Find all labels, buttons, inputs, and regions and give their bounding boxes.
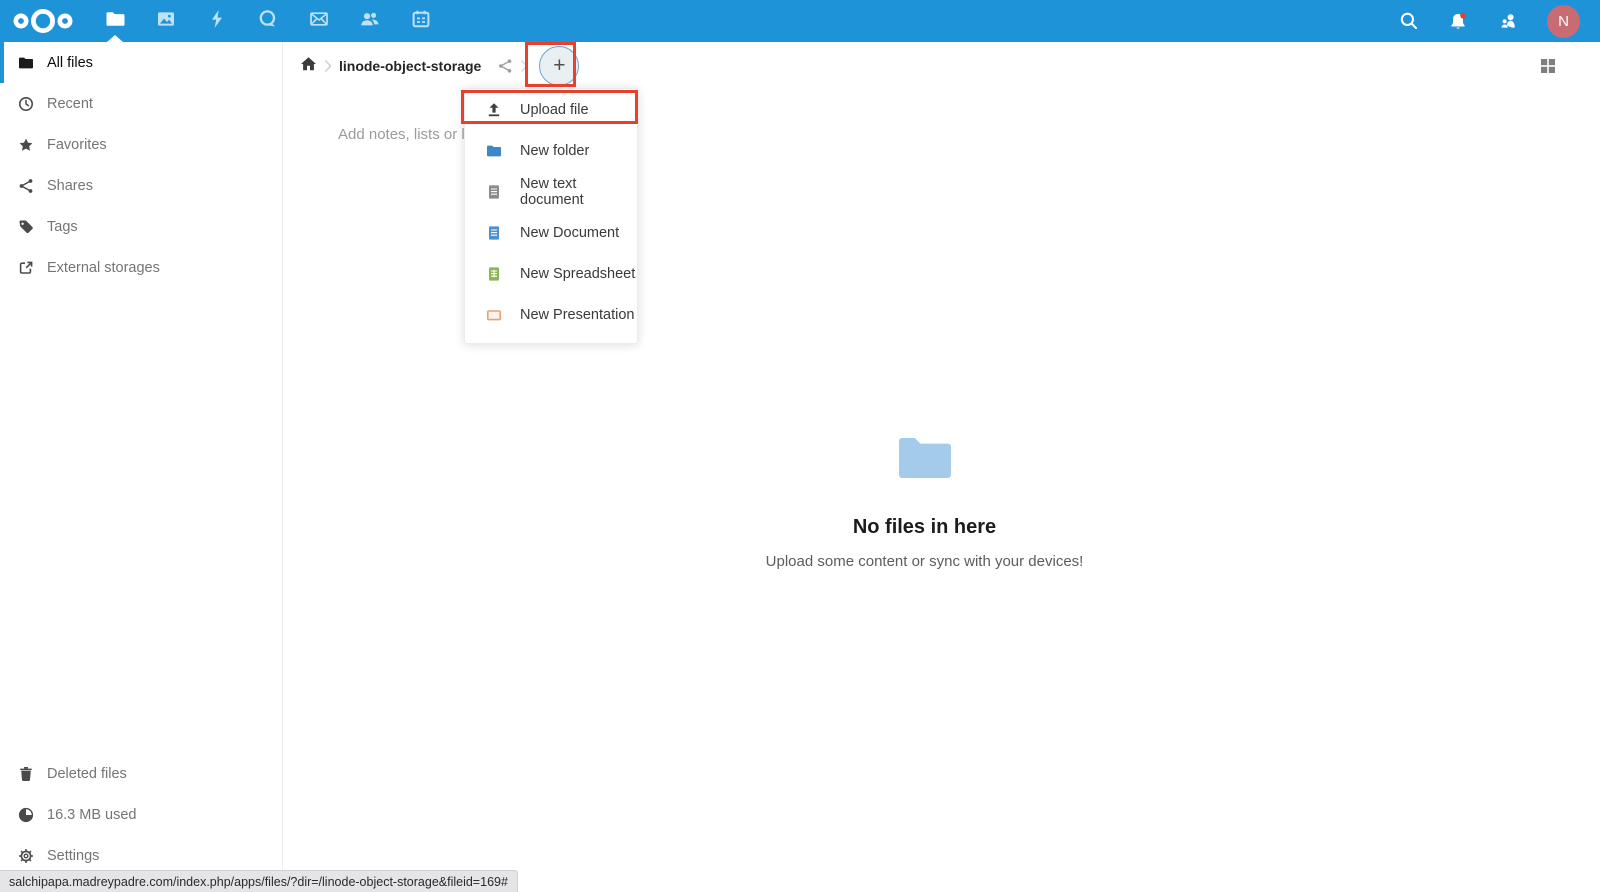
chevron-right-icon [324,59,332,73]
sidebar-footer: Deleted files 16.3 MB used Settings [0,753,282,876]
menu-item-new-document[interactable]: New Document [465,212,637,253]
activity-lightning-icon [208,9,226,34]
star-icon [18,137,34,153]
gear-icon [18,848,34,864]
spreadsheet-icon [486,266,502,282]
sidebar-item-favorites[interactable]: Favorites [0,124,282,165]
mail-envelope-icon [309,9,329,34]
sidebar-item-external-storages[interactable]: External storages [0,247,282,288]
home-icon[interactable] [300,56,317,77]
app-contacts-button[interactable] [344,0,395,42]
grid-view-toggle-icon[interactable] [1540,58,1556,74]
menu-item-new-text-document[interactable]: New text document [465,171,637,212]
document-icon [486,225,502,241]
app-calendar-button[interactable] [395,0,446,42]
sidebar-item-label: External storages [47,260,160,276]
avatar[interactable]: N [1547,5,1580,38]
menu-item-label: New text document [520,176,637,208]
clock-icon [18,96,34,112]
sidebar-item-label: All files [47,55,93,71]
sidebar-item-all-files[interactable]: All files [0,42,282,83]
menu-item-label: New Presentation [520,307,634,323]
sidebar: All files Recent Favorites Shares Tags E… [0,42,283,892]
presentation-icon [486,307,502,323]
empty-state-subtitle: Upload some content or sync with your de… [284,553,1565,570]
top-bar: N [0,0,1600,42]
menu-item-new-folder[interactable]: New folder [465,130,637,171]
breadcrumb-folder-name[interactable]: linode-object-storage [339,58,481,74]
folder-icon [18,55,34,71]
trash-icon [18,766,34,782]
app-talk-button[interactable] [242,0,293,42]
sidebar-item-tags[interactable]: Tags [0,206,282,247]
talk-icon [258,9,278,34]
files-content: linode-object-storage + Add notes, lists… [284,42,1600,892]
notifications-bell-icon[interactable] [1448,11,1469,32]
contacts-people-icon [359,9,381,34]
chevron-right-icon [520,59,528,73]
files-folder-icon [105,9,125,34]
menu-item-new-presentation[interactable]: New Presentation [465,294,637,335]
app-activity-button[interactable] [191,0,242,42]
text-document-icon [486,184,502,200]
nextcloud-logo[interactable] [13,7,73,35]
folder-blue-icon [486,143,502,159]
sidebar-item-label: Recent [47,96,93,112]
photos-icon [156,9,176,34]
calendar-icon [411,9,431,34]
external-link-icon [18,260,34,276]
new-button[interactable]: + [539,46,579,86]
breadcrumb-share-icon[interactable] [497,58,513,74]
empty-folder-icon [899,435,951,478]
empty-state-title: No files in here [284,516,1565,539]
sidebar-item-shares[interactable]: Shares [0,165,282,206]
sidebar-item-label: 16.3 MB used [47,807,136,823]
menu-item-label: New Document [520,225,619,241]
sidebar-item-deleted-files[interactable]: Deleted files [0,753,282,794]
contacts-menu-icon[interactable] [1498,11,1518,31]
topbar-right: N [1399,5,1600,38]
workspace-notes-placeholder[interactable]: Add notes, lists or lin [338,126,476,143]
menu-item-label: New Spreadsheet [520,266,635,282]
app-photos-button[interactable] [140,0,191,42]
tag-icon [18,219,34,235]
sidebar-item-label: Settings [47,848,99,864]
new-menu: Upload file New folder New text document… [464,88,638,344]
sidebar-item-label: Deleted files [47,766,127,782]
menu-item-label: New folder [520,143,589,159]
menu-item-new-spreadsheet[interactable]: New Spreadsheet [465,253,637,294]
menu-item-label: Upload file [520,102,589,118]
status-url-tooltip: salchipapa.madreypadre.com/index.php/app… [0,870,518,892]
menu-item-upload-file[interactable]: Upload file [465,89,637,130]
sidebar-item-quota[interactable]: 16.3 MB used [0,794,282,835]
sidebar-item-label: Tags [47,219,78,235]
sidebar-item-label: Shares [47,178,93,194]
app-tabs [89,0,446,42]
app-files-button[interactable] [89,0,140,42]
search-icon[interactable] [1399,11,1419,31]
sidebar-item-label: Favorites [47,137,107,153]
sidebar-item-recent[interactable]: Recent [0,83,282,124]
empty-state: No files in here Upload some content or … [284,435,1565,570]
breadcrumb: linode-object-storage + [284,42,1600,90]
app-mail-button[interactable] [293,0,344,42]
share-icon [18,178,34,194]
upload-icon [486,102,502,118]
quota-pie-icon [18,807,34,823]
